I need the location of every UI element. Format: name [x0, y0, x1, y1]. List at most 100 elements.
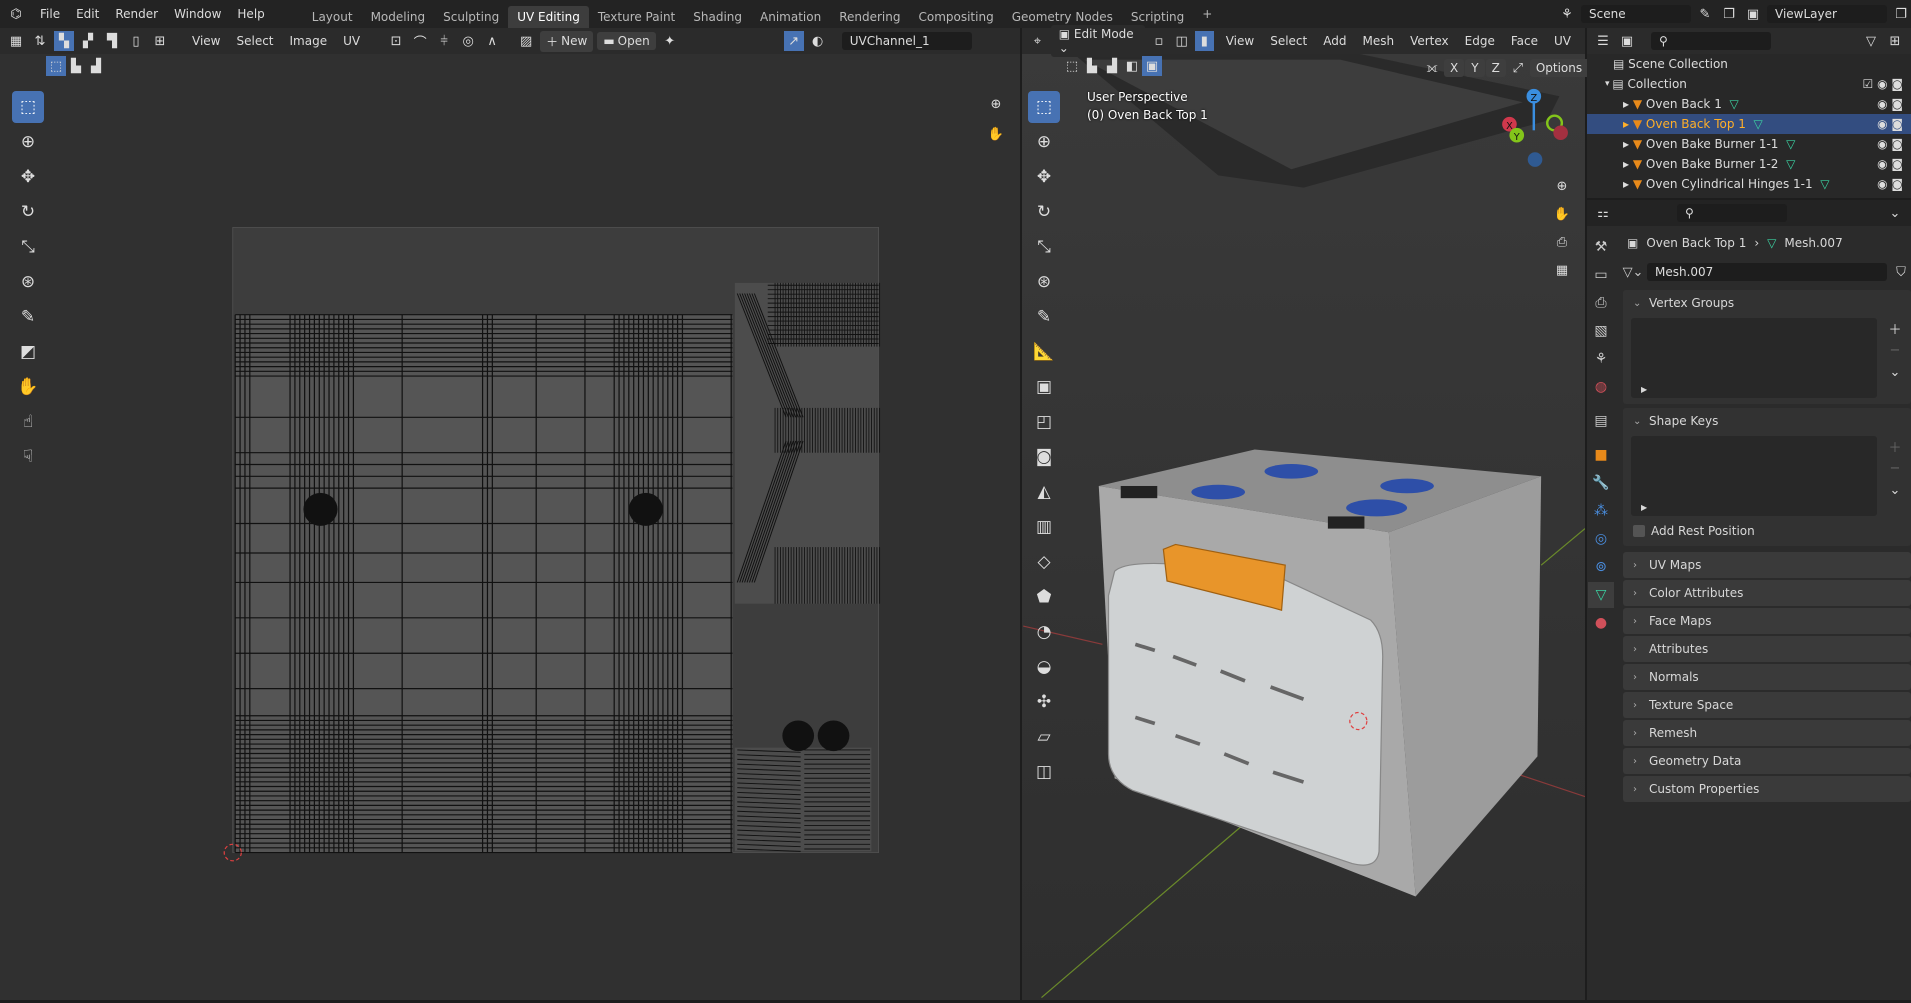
tool-poly-build-icon[interactable]: ⬟ [1028, 581, 1060, 613]
tool-inset-icon[interactable]: ◙ [1028, 441, 1060, 473]
expand-icon[interactable]: ▸ [1623, 157, 1633, 171]
edge-mode-icon[interactable]: ◫ [1172, 31, 1191, 51]
collection-toggles[interactable]: ☑ ◉ ◙ [1863, 77, 1904, 91]
falloff-icon[interactable]: ∧ [482, 31, 502, 51]
tab-uv-editing[interactable]: UV Editing [508, 6, 589, 28]
tool-shrink-fatten-icon[interactable]: ✣ [1028, 686, 1060, 718]
new-view-layer-icon[interactable]: ❐ [1891, 4, 1911, 24]
menu-render[interactable]: Render [107, 7, 166, 21]
select-new-icon[interactable]: ⬚ [1062, 56, 1082, 76]
pivot-icon[interactable]: ⊡ [386, 31, 406, 51]
tool-transform-icon[interactable]: ⊛ [1028, 266, 1060, 298]
tool-smooth-icon[interactable]: ◒ [1028, 651, 1060, 683]
auto-merge-icon[interactable]: ⤢ [1508, 58, 1528, 78]
island-select-icon[interactable]: ▯ [126, 31, 146, 51]
viewport-menu-select[interactable]: Select [1262, 34, 1315, 48]
uv-sculpt-icon[interactable]: ↗ [783, 31, 804, 51]
properties-tab-render-icon[interactable]: ▭ [1588, 262, 1614, 288]
select-subtract-icon[interactable]: ▟ [1102, 56, 1122, 76]
viewport-menu-add[interactable]: Add [1315, 34, 1354, 48]
sticky-select-icon[interactable]: ⊞ [150, 31, 170, 51]
perspective-grid-icon[interactable]: ▦ [1552, 260, 1572, 280]
scene-collection-row[interactable]: ▤ Scene Collection [1587, 54, 1911, 74]
expand-icon[interactable]: ▸ [1623, 177, 1633, 191]
viewport-scene[interactable]: Z X Y [1022, 28, 1585, 1000]
panel-remesh[interactable]: › Remesh [1623, 720, 1911, 746]
viewport-menu-face[interactable]: Face [1503, 34, 1546, 48]
face-mode-icon[interactable]: ▮ [1194, 31, 1214, 51]
open-image-button[interactable]: ▬ Open [597, 32, 656, 50]
tool-measure-icon[interactable]: 📐 [1028, 336, 1060, 368]
image-browse-icon[interactable]: ▨ [516, 31, 536, 51]
overlays-icon[interactable]: ◐ [808, 31, 828, 51]
tool-cursor-icon[interactable]: ⊕ [1028, 126, 1060, 158]
snap-icon[interactable]: ⌒ [410, 31, 430, 51]
tab-layout[interactable]: Layout [303, 6, 362, 28]
view-layer-filter-icon[interactable]: ▣ [1617, 31, 1637, 51]
face-select-icon[interactable]: ▜ [102, 31, 122, 51]
outliner-search-input[interactable]: ⚲ [1651, 32, 1771, 50]
menu-window[interactable]: Window [166, 7, 229, 21]
uv-menu-uv[interactable]: UV [335, 34, 368, 48]
tool-spin-icon[interactable]: ◔ [1028, 616, 1060, 648]
tab-rendering[interactable]: Rendering [830, 6, 909, 28]
tool-annotate-icon[interactable]: ✎ [1028, 301, 1060, 333]
mesh-name-field[interactable]: Mesh.007 [1647, 263, 1887, 281]
new-scene-icon[interactable]: ❐ [1719, 4, 1739, 24]
panel-color-attributes[interactable]: › Color Attributes [1623, 580, 1911, 606]
panel-texture-space[interactable]: › Texture Space [1623, 692, 1911, 718]
tab-animation[interactable]: Animation [751, 6, 830, 28]
shape-key-menu-icon[interactable]: ⌄ [1885, 480, 1905, 500]
select-invert-icon[interactable]: ◧ [1122, 56, 1142, 76]
collection-row[interactable]: ▾ ▤ Collection ☑ ◉ ◙ [1587, 74, 1911, 94]
properties-tab-modifiers-icon[interactable]: 🔧 [1588, 470, 1614, 496]
select-extend-icon[interactable]: ▙ [66, 56, 86, 76]
panel-attributes[interactable]: › Attributes [1623, 636, 1911, 662]
menu-edit[interactable]: Edit [68, 7, 107, 21]
viewport-menu-uv[interactable]: UV [1546, 34, 1579, 48]
visibility-toggles[interactable]: ◉ ◙ [1877, 157, 1903, 171]
scene-icon[interactable]: ⚘ [1557, 4, 1577, 24]
viewport-menu-mesh[interactable]: Mesh [1354, 34, 1402, 48]
tool-shear-icon[interactable]: ▱ [1028, 721, 1060, 753]
add-workspace-button[interactable]: + [1193, 3, 1221, 25]
editor-type-icon[interactable]: ⌖ [1028, 31, 1047, 51]
vertex-group-menu-icon[interactable]: ⌄ [1885, 362, 1905, 382]
viewport-menu-vertex[interactable]: Vertex [1402, 34, 1457, 48]
panel-uv-maps[interactable]: › UV Maps [1623, 552, 1911, 578]
mirror-axis-y[interactable]: Y [1465, 59, 1485, 77]
tab-texture-paint[interactable]: Texture Paint [589, 6, 684, 28]
properties-tab-particles-icon[interactable]: ⁂ [1588, 498, 1614, 524]
panel-geometry-data[interactable]: › Geometry Data [1623, 748, 1911, 774]
panel-custom-properties[interactable]: › Custom Properties [1623, 776, 1911, 802]
mesh-data-icon[interactable]: ▽ [1778, 157, 1795, 171]
tab-compositing[interactable]: Compositing [909, 6, 1002, 28]
blender-logo-icon[interactable]: ⌬ [6, 4, 26, 24]
edge-select-icon[interactable]: ▞ [78, 31, 98, 51]
tool-move-icon[interactable]: ✥ [1028, 161, 1060, 193]
shape-keys-list[interactable]: ▶ [1631, 436, 1877, 516]
add-shape-key-icon[interactable]: ＋ [1885, 436, 1905, 456]
visibility-toggles[interactable]: ◉ ◙ [1877, 177, 1903, 191]
vertex-groups-header[interactable]: ⌄ Vertex Groups [1623, 290, 1911, 316]
select-subtract-icon[interactable]: ▟ [86, 56, 106, 76]
snap-increment-icon[interactable]: ⫩ [434, 31, 454, 51]
visibility-toggles[interactable]: ◉ ◙ [1877, 117, 1903, 131]
outliner-item[interactable]: ▸ ▼ Oven Cylindrical Hinges 1-1 ▽ ◉ ◙ [1587, 174, 1911, 194]
tool-select-box-icon[interactable]: ⬚ [1028, 91, 1060, 123]
select-new-icon[interactable]: ⬚ [46, 56, 66, 76]
tool-rotate-icon[interactable]: ↻ [1028, 196, 1060, 228]
sync-selection-icon[interactable]: ⇅ [30, 31, 50, 51]
uv-menu-select[interactable]: Select [228, 34, 281, 48]
expand-icon[interactable]: ▾ [1605, 79, 1612, 89]
display-mode-icon[interactable]: ☰ [1593, 31, 1613, 51]
vertex-groups-list[interactable]: ▶ [1631, 318, 1877, 398]
tool-loop-cut-icon[interactable]: ▥ [1028, 511, 1060, 543]
viewport-menu-edge[interactable]: Edge [1457, 34, 1503, 48]
properties-tab-scene-icon[interactable]: ⚘ [1588, 346, 1614, 372]
properties-search-input[interactable]: ⚲ [1677, 204, 1787, 222]
editor-type-icon[interactable]: ▦ [6, 31, 26, 51]
remove-vertex-group-icon[interactable]: − [1885, 340, 1905, 360]
tool-knife-icon[interactable]: ◇ [1028, 546, 1060, 578]
add-vertex-group-icon[interactable]: ＋ [1885, 318, 1905, 338]
